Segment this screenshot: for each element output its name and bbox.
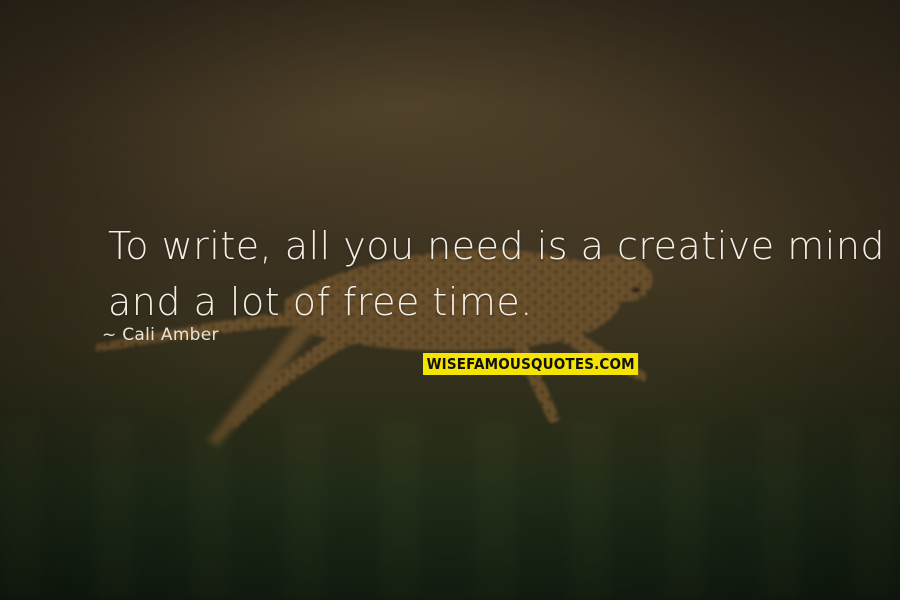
quote-image: To write, all you need is a creative min… [0, 0, 900, 600]
quote-line-1: To write, all you need is a creative min… [108, 224, 886, 268]
quote-author: ~ Cali Amber [102, 325, 219, 345]
quote-text: To write, all you need is a creative min… [108, 218, 885, 330]
site-watermark: WISEFAMOUSQUOTES.COM [423, 353, 639, 375]
quote-line-2: and a lot of free time. [108, 280, 533, 324]
